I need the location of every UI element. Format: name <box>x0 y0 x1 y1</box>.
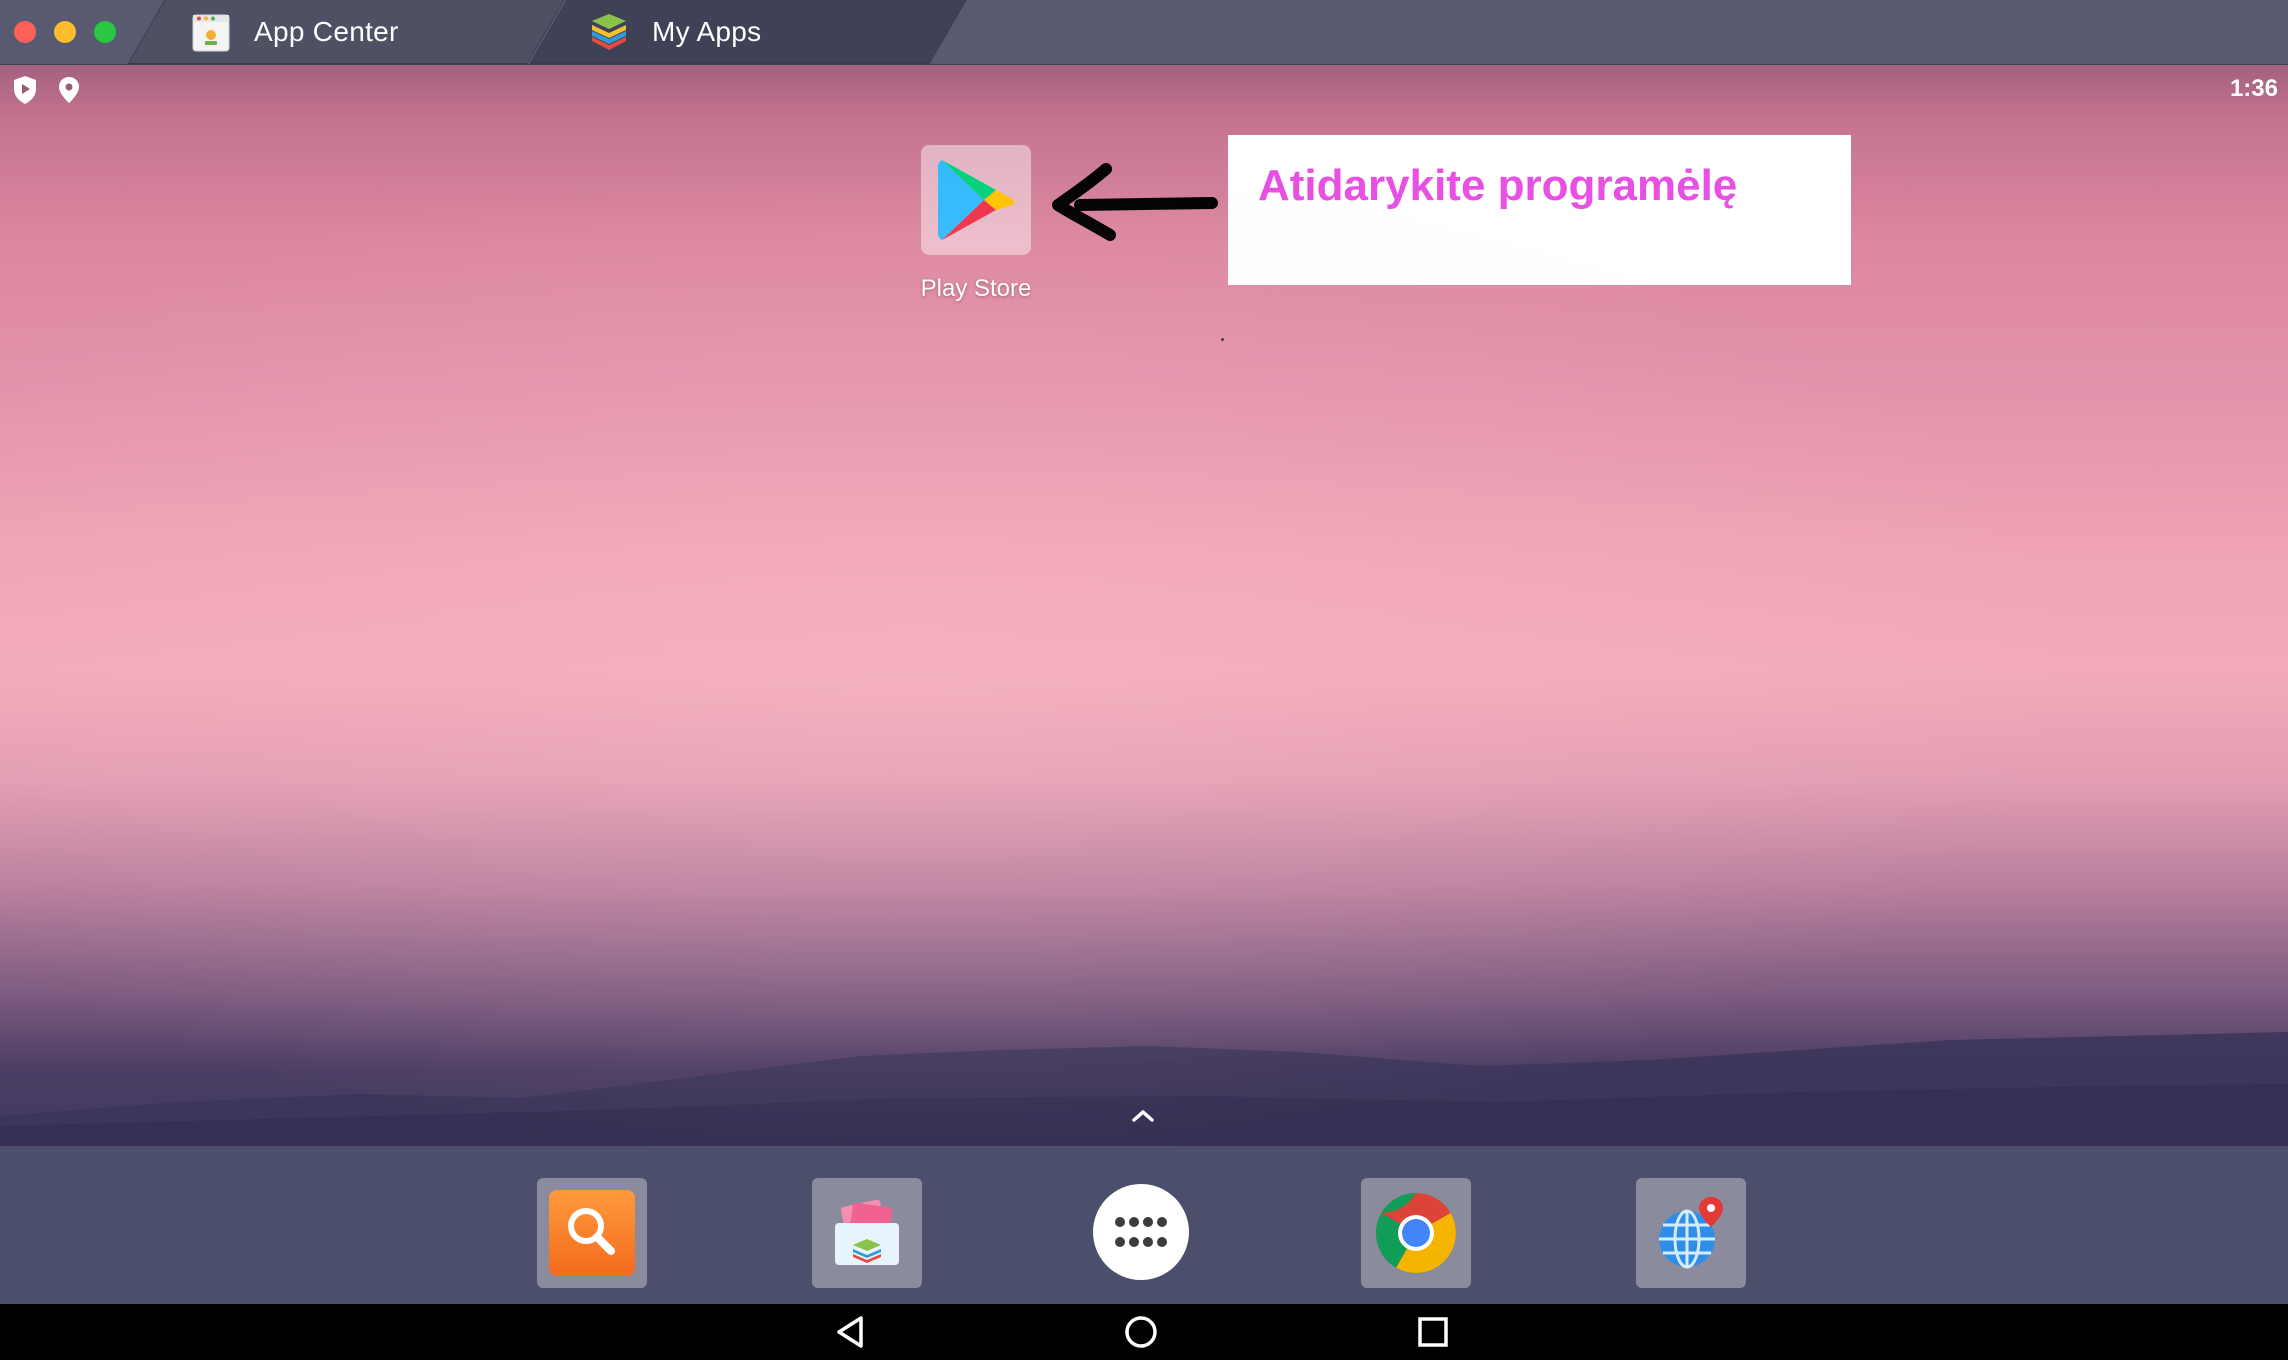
dock-app-drawer-button[interactable] <box>1093 1184 1189 1280</box>
dock <box>0 1146 2288 1304</box>
tab-app-center[interactable]: App Center <box>127 0 565 64</box>
annotation-arrow <box>1052 163 1218 241</box>
status-icons <box>12 75 80 105</box>
dock-item-web-globe[interactable] <box>1636 1178 1746 1288</box>
dock-item-chrome[interactable] <box>1361 1178 1471 1288</box>
status-clock: 1:36 <box>2229 75 2278 102</box>
title-bar: App Center My Apps <box>0 0 2288 65</box>
android-home-screen: 1:36 Play Store Atidarykite programėlę <box>0 65 2288 1146</box>
stray-dot <box>1221 338 1224 341</box>
app-label: Play Store <box>920 275 1032 302</box>
chrome-icon <box>1376 1193 1456 1273</box>
tab-label: App Center <box>254 16 399 47</box>
bluestacks-layers-icon <box>592 14 626 50</box>
home-icon[interactable] <box>1123 1314 1159 1350</box>
media-manager-icon <box>835 1199 899 1265</box>
mountains-silhouette <box>0 1032 2288 1146</box>
play-store-app[interactable]: Play Store <box>920 145 1032 303</box>
window-close-button[interactable] <box>14 21 36 43</box>
window-maximize-button[interactable] <box>94 21 116 43</box>
web-globe-icon <box>1659 1197 1723 1269</box>
annotation-text: Atidarykite programėlę <box>1258 161 1738 210</box>
shield-icon <box>14 76 36 104</box>
dock-item-media-manager[interactable] <box>812 1178 922 1288</box>
dock-item-search[interactable] <box>537 1178 647 1288</box>
app-center-icon <box>192 14 230 52</box>
chevron-up-icon[interactable] <box>1128 1105 1158 1125</box>
app-drawer-icon <box>1115 1217 1167 1247</box>
search-app-icon <box>549 1190 635 1276</box>
play-store-icon <box>938 160 1015 240</box>
play-store-tile[interactable] <box>921 145 1031 255</box>
location-pin-icon <box>59 77 79 103</box>
back-icon[interactable] <box>833 1314 869 1350</box>
window-minimize-button[interactable] <box>54 21 76 43</box>
tab-label: My Apps <box>652 16 762 47</box>
annotation-callout: Atidarykite programėlę <box>1228 135 1851 285</box>
recents-icon[interactable] <box>1415 1314 1451 1350</box>
android-nav-bar <box>0 1304 2288 1360</box>
tab-my-apps[interactable]: My Apps <box>529 0 967 64</box>
